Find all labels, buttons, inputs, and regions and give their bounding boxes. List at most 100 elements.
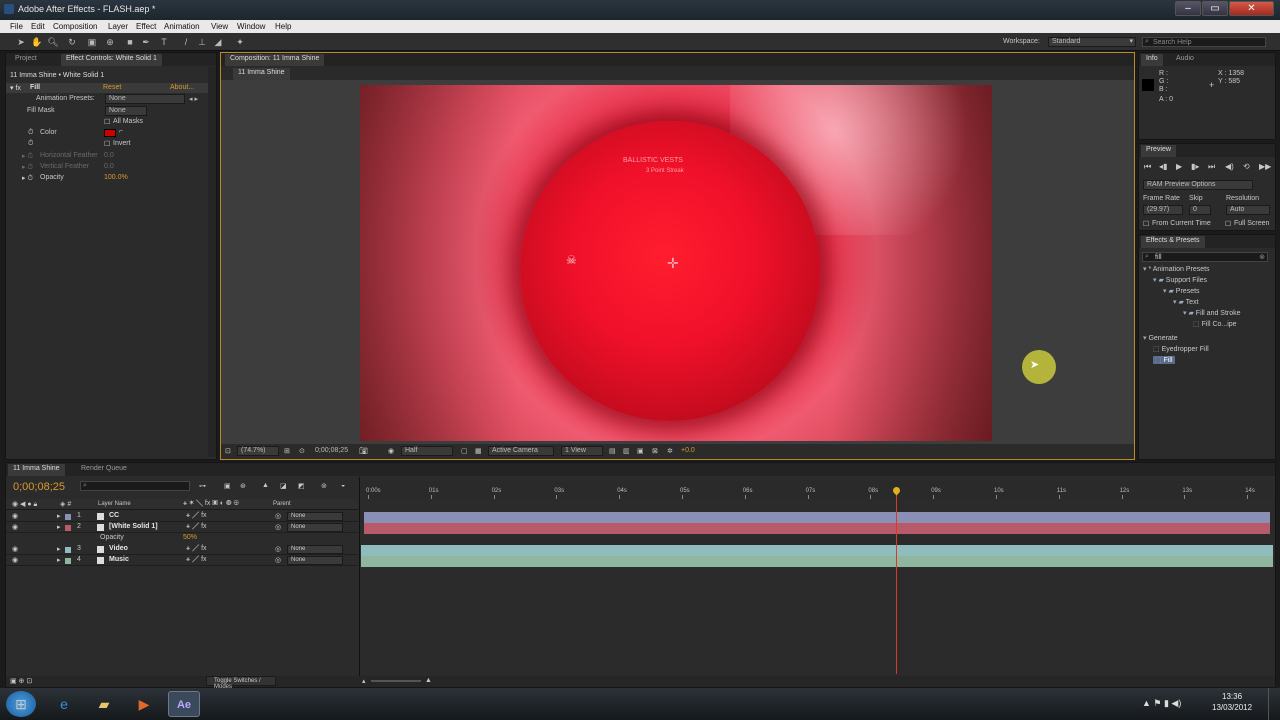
prev-next-preset-icon[interactable]: ◂ ▸ [189,95,198,103]
media-player-icon[interactable]: ▶ [128,691,160,717]
always-preview-icon[interactable]: ⊡ [225,447,231,455]
draft-3d-icon[interactable]: ▣ [224,482,231,490]
tab-project[interactable]: Project [10,54,42,66]
tab-effect-controls[interactable]: Effect Controls: White Solid 1 [61,54,162,66]
timeline-search-input[interactable]: ⌕ [80,481,190,491]
parent-pickwhip-icon[interactable]: ◎ [275,512,281,520]
fast-previews-icon[interactable]: ▥ [623,447,630,455]
timeline-extra-icon[interactable]: ◒ [341,482,345,489]
zoom-tool-icon[interactable]: 🔍︎ [47,36,59,48]
loop-icon[interactable]: ⟲ [1243,162,1250,171]
tab-timeline[interactable]: 11 Imma Shine [8,464,65,476]
tab-info[interactable]: Info [1141,54,1163,66]
layer-name[interactable]: [White Solid 1] [109,523,158,530]
menu-view[interactable]: View [211,22,228,31]
frame-rate-select[interactable]: (29.97) [1143,205,1183,215]
visibility-eye-icon[interactable]: ◉ [12,556,18,564]
transparency-grid-icon[interactable]: ▦ [475,447,482,455]
exposure-icon[interactable]: ✲ [667,447,673,455]
start-button[interactable]: ⊞ [6,691,36,717]
maximize-button[interactable]: ▭ [1202,1,1228,16]
workspace-select[interactable]: Standard ▾ [1048,37,1136,47]
effects-tree-item[interactable]: ▾ ▰ Presets [1163,287,1200,295]
snapshot-icon[interactable]: 📷︎ [359,447,368,455]
zoom-slider[interactable] [371,680,421,682]
comp-mini-flowchart-icon[interactable]: ⊶ [199,482,206,490]
stopwatch-icon-invert[interactable]: ⏱ [28,140,33,148]
about-link[interactable]: About... [170,84,194,91]
playhead[interactable] [895,489,897,674]
parent-pickwhip-icon[interactable]: ◎ [275,545,281,553]
col-layer-name[interactable]: Layer Name [98,501,131,507]
layer-name[interactable]: Music [109,556,129,563]
tab-render-queue[interactable]: Render Queue [76,464,132,476]
effects-tree-item[interactable]: ⬚ Eyedropper Fill [1153,345,1209,353]
fill-mask-select[interactable]: None [105,106,147,116]
show-desktop-button[interactable] [1268,688,1280,720]
layer-row[interactable]: ◉ ▸ 4 Music ⚹ ╱ fx ◎ None [6,555,358,566]
menu-window[interactable]: Window [237,22,265,31]
hand-tool-icon[interactable]: ✋ [31,36,43,48]
after-effects-taskbar-button[interactable]: Ae [168,691,200,717]
fx-icon[interactable]: ▾ fx [10,84,21,92]
switch-icons[interactable]: ⚹ ╱ fx [186,512,207,520]
prev-frame-button[interactable]: ◂▮ [1159,162,1167,171]
effect-controls-scrollbar[interactable] [208,67,216,457]
puppet-tool-icon[interactable]: ✦ [234,36,246,48]
menu-layer[interactable]: Layer [108,22,128,31]
last-frame-button[interactable]: ⏭ [1208,162,1215,172]
comp-viewport[interactable]: BALLISTIC VESTS 3 Point Streak ☠ ✛ ➤ [221,80,1134,444]
skip-select[interactable]: 0 [1189,205,1211,215]
time-ruler[interactable]: 0:00s 01s 02s 03s 04s 05s 06s 07s 08s 09s 10s 11s 12… [361,481,1273,499]
v-feather-expander[interactable]: ▸ ⏱ [22,163,33,172]
h-feather-expander[interactable]: ▸ ⏱ [22,152,33,161]
reset-link[interactable]: Reset [103,84,121,91]
parent-select[interactable]: None [287,512,343,521]
next-frame-button[interactable]: ▮▸ [1191,162,1199,171]
menu-effect[interactable]: Effect [136,22,156,31]
layer-label-color[interactable] [65,514,71,520]
tab-preview[interactable]: Preview [1141,145,1176,157]
parent-select[interactable]: None [287,523,343,532]
effects-tree-item[interactable]: ⬚ Fill Co...ipe [1193,320,1237,328]
tab-composition[interactable]: Composition: 11 Imma Shine [225,54,325,66]
layer-name[interactable]: CC [109,512,119,519]
anim-presets-select[interactable]: None [105,94,185,104]
toggle-switches-button[interactable]: Toggle Switches / Modes [206,676,276,690]
layer-duration-bar[interactable] [361,545,1273,556]
rotate-tool-icon[interactable]: ↻ [66,36,78,48]
resolution-select[interactable]: Half [401,446,453,456]
effects-tree-item[interactable]: ▾ ▰ Text [1173,298,1199,306]
expand-arrow-icon[interactable]: ▸ [57,523,61,531]
parent-select[interactable]: None [287,556,343,565]
menu-edit[interactable]: Edit [31,22,45,31]
timeline-timecode[interactable]: 0;00;08;25 [13,481,65,493]
layer-name[interactable]: Video [109,545,128,552]
exposure-value[interactable]: +0.0 [681,447,695,454]
effects-tree-item[interactable]: ▾ ▰ Fill and Stroke [1183,309,1241,317]
opacity-prop-value[interactable]: 50% [183,534,197,541]
brush-tool-icon[interactable]: / [180,36,192,48]
opacity-property-row[interactable]: Opacity 50% [6,533,358,544]
visibility-eye-icon[interactable]: ◉ [12,523,18,531]
visibility-eye-icon[interactable]: ◉ [12,545,18,553]
footer-icons[interactable]: ▣ ⊕ ⊡ [10,677,32,685]
camera-select[interactable]: Active Camera [488,446,554,456]
timecode-icon[interactable]: ⊙ [299,447,305,455]
clear-search-icon[interactable]: ⊗ [1259,253,1265,261]
graph-editor-icon[interactable]: ⊚ [321,482,327,490]
switch-icons[interactable]: ⚹ ╱ fx [186,545,207,553]
parent-select[interactable]: None [287,545,343,554]
expand-arrow-icon[interactable]: ▸ [57,556,61,564]
effects-tree-item[interactable]: ▾ * Animation Presets [1143,265,1210,273]
h-feather-value[interactable]: 0.0 [104,152,114,159]
switch-icons[interactable]: ⚹ ╱ fx [186,523,207,531]
roi-icon[interactable]: ▢ [461,447,468,455]
search-help-field[interactable]: ⌕ Search Help [1142,37,1266,47]
eraser-tool-icon[interactable]: ◢ [212,36,224,48]
effects-tree-item[interactable]: ⬚ Fill [1153,356,1175,364]
col-parent[interactable]: Parent [273,501,291,507]
play-button[interactable]: ▶ [1176,162,1182,171]
switch-icons[interactable]: ⚹ ╱ fx [186,556,207,564]
color-swatch[interactable] [104,129,116,137]
